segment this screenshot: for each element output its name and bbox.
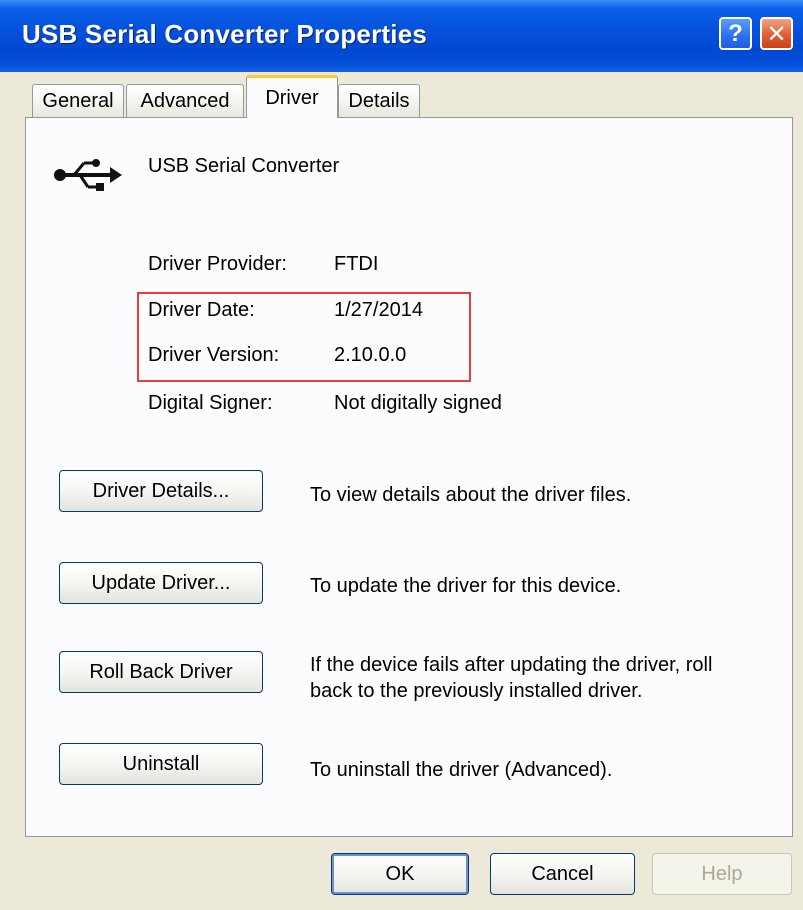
tab-advanced[interactable]: Advanced (126, 84, 244, 117)
ok-button-label: OK (385, 862, 415, 885)
tab-general[interactable]: General (32, 84, 124, 117)
update-driver-button-label: Update Driver... (91, 571, 231, 594)
title-bar[interactable]: USB Serial Converter Properties ? ✕ (0, 0, 803, 72)
device-name: USB Serial Converter (148, 155, 340, 177)
close-icon: ✕ (766, 19, 787, 48)
digital-signer-label: Digital Signer: (148, 392, 273, 414)
driver-details-button-label: Driver Details... (92, 479, 230, 502)
tab-driver[interactable]: Driver (246, 75, 338, 118)
update-driver-button[interactable]: Update Driver... (59, 562, 263, 604)
help-button-label: Help (701, 862, 743, 885)
roll-back-driver-button[interactable]: Roll Back Driver (59, 651, 263, 693)
roll-back-description-line2: back to the previously installed driver. (310, 680, 643, 702)
uninstall-description: To uninstall the driver (Advanced). (310, 759, 613, 781)
window-title: USB Serial Converter Properties (22, 19, 428, 49)
driver-details-button[interactable]: Driver Details... (59, 470, 263, 512)
ok-button[interactable]: OK (331, 853, 469, 895)
cancel-button-label: Cancel (531, 862, 594, 885)
roll-back-driver-button-label: Roll Back Driver (89, 660, 233, 683)
digital-signer-value: Not digitally signed (334, 392, 502, 414)
driver-provider-label: Driver Provider: (148, 253, 287, 275)
properties-dialog: USB Serial Converter Properties ? ✕ Gene… (0, 0, 803, 910)
uninstall-button[interactable]: Uninstall (59, 743, 263, 785)
help-title-button[interactable]: ? (719, 17, 752, 50)
tab-details[interactable]: Details (338, 84, 420, 117)
roll-back-description-line1: If the device fails after updating the d… (310, 654, 713, 676)
tab-advanced-label: Advanced (140, 89, 230, 112)
cancel-button[interactable]: Cancel (490, 853, 635, 895)
close-button[interactable]: ✕ (760, 17, 793, 50)
tab-driver-label: Driver (265, 86, 319, 109)
driver-provider-value: FTDI (334, 253, 379, 275)
update-driver-description: To update the driver for this device. (310, 575, 622, 597)
tab-general-label: General (42, 89, 114, 112)
tab-details-label: Details (348, 89, 410, 112)
uninstall-button-label: Uninstall (122, 752, 200, 775)
driver-details-description: To view details about the driver files. (310, 484, 632, 506)
help-button: Help (652, 853, 792, 895)
highlight-box (137, 292, 471, 382)
help-icon: ? (728, 19, 743, 47)
usb-icon (54, 159, 122, 191)
